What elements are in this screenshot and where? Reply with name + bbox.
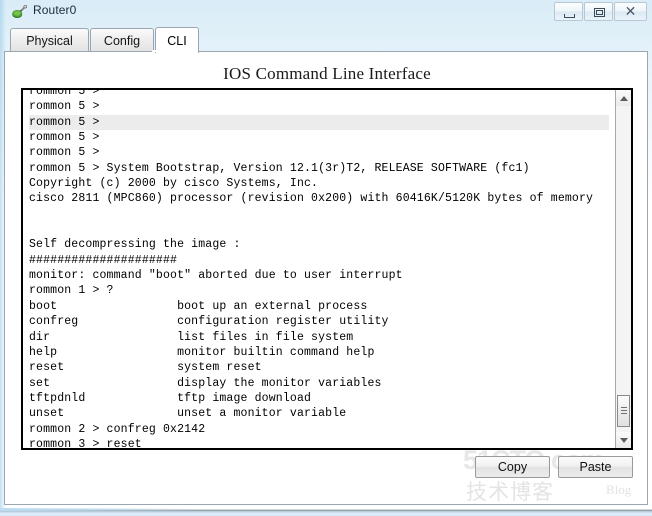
terminal-line: monitor: command "boot" aborted due to u…	[29, 269, 403, 283]
router-cli-window: Router0 ✕ Physical Config CLI IOS Comman…	[0, 0, 652, 516]
terminal-line: #####################	[29, 253, 178, 267]
terminal-output[interactable]: rommon 5 > rommon 5 > rommon 5 > rommon 5 >…	[23, 90, 615, 448]
scroll-down-arrow-button[interactable]	[616, 432, 631, 448]
terminal-line: tftpdnld tftp image download	[29, 391, 312, 405]
scrollbar-track[interactable]	[616, 106, 631, 432]
terminal-line: rommon 1 > ?	[29, 284, 114, 298]
tab-config-label: Config	[103, 33, 141, 48]
terminal-line: rommon 3 > reset	[29, 437, 142, 448]
scrollbar-thumb[interactable]	[617, 395, 630, 427]
title-bar[interactable]: Router0 ✕	[0, 0, 652, 25]
scroll-down-arrow-icon	[619, 437, 628, 443]
tab-config[interactable]: Config	[90, 28, 154, 52]
minimize-icon	[564, 14, 575, 18]
window-controls: ✕	[553, 2, 647, 21]
scroll-up-arrow-icon	[619, 95, 628, 101]
page-title: IOS Command Line Interface	[223, 64, 431, 83]
terminal-line: rommon 2 > confreg 0x2142	[29, 422, 206, 436]
paste-button-label: Paste	[579, 460, 612, 474]
router-icon	[11, 4, 28, 21]
terminal-line: set display the monitor variables	[29, 376, 382, 390]
close-icon: ✕	[624, 3, 637, 20]
terminal-line: reset system reset	[29, 361, 262, 375]
action-buttons: Copy Paste	[5, 456, 649, 486]
minimize-button[interactable]	[554, 2, 583, 21]
window-frame-bottom-highlight	[0, 508, 200, 511]
tab-physical-label: Physical	[26, 33, 73, 48]
terminal-line: rommon 5 >	[29, 100, 100, 114]
terminal-frame: rommon 5 > rommon 5 > rommon 5 > rommon 5 >…	[21, 88, 633, 450]
terminal-line: unset unset a monitor variable	[29, 407, 347, 421]
tab-underline	[4, 51, 648, 52]
close-button[interactable]: ✕	[614, 2, 647, 21]
copy-button-label: Copy	[497, 460, 528, 474]
terminal-lines: rommon 5 > rommon 5 > rommon 5 > rommon 5 >…	[29, 90, 609, 448]
paste-button[interactable]: Paste	[558, 456, 633, 478]
terminal-line: rommon 5 >	[29, 114, 609, 131]
copy-button[interactable]: Copy	[475, 456, 550, 478]
terminal-line: confreg configuration register utility	[29, 315, 389, 329]
terminal-scrollbar[interactable]	[615, 90, 631, 448]
tab-bar: Physical Config CLI	[4, 27, 648, 53]
restore-button[interactable]	[584, 2, 613, 21]
tab-physical[interactable]: Physical	[10, 28, 89, 52]
cli-panel: IOS Command Line Interface 51CTO.com 技术博…	[4, 52, 648, 505]
terminal-line: Copyright (c) 2000 by cisco Systems, Inc…	[29, 177, 319, 191]
terminal-line: rommon 5 >	[29, 146, 100, 160]
scrollbar-grip-icon	[621, 407, 627, 415]
scroll-up-arrow-button[interactable]	[616, 90, 631, 106]
terminal-line: rommon 5 >	[29, 131, 100, 145]
window-title: Router0	[33, 3, 77, 17]
restore-icon-inner	[596, 10, 603, 15]
tab-cli-label: CLI	[167, 33, 187, 48]
terminal-line: boot boot up an external process	[29, 299, 368, 313]
terminal-line: rommon 5 >	[29, 90, 100, 98]
terminal-line: rommon 5 > System Bootstrap, Version 12.…	[29, 161, 530, 175]
terminal-line: Self decompressing the image :	[29, 238, 241, 252]
tab-active-cover	[152, 50, 194, 52]
terminal-line: dir list files in file system	[29, 330, 354, 344]
terminal-line: cisco 2811 (MPC860) processor (revision …	[29, 192, 594, 206]
terminal-line: help monitor builtin command help	[29, 345, 375, 359]
